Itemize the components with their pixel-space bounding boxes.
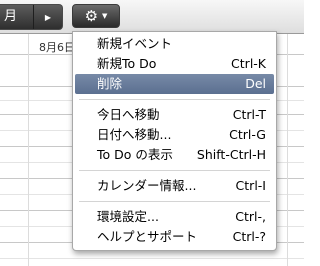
menu-item[interactable]: 環境設定... Ctrl-,: [75, 207, 274, 227]
menu-separator: [79, 99, 270, 100]
menu-item[interactable]: ヘルプとサポート Ctrl-?: [75, 227, 274, 247]
menu-item-shortcut: Shift-Ctrl-H: [196, 147, 266, 162]
menu-item-label: 環境設定...: [97, 209, 159, 224]
menu-item[interactable]: 新規イベント: [75, 34, 274, 54]
menu-separator: [79, 170, 270, 171]
toolbar: 月 ▶ ⚙ ▼: [0, 0, 304, 34]
menu-item-shortcut: Ctrl-K: [231, 56, 266, 71]
settings-dropdown-menu: 新規イベント 新規To Do Ctrl-K 削除 Del 今日へ移動 Ctrl-T 日付へ移動…: [72, 31, 277, 251]
menu-item-label: 新規イベント: [97, 36, 173, 51]
grid-column-line: [28, 34, 29, 266]
month-view-button[interactable]: 月: [0, 5, 34, 29]
menu-item-label: カレンダー情報...: [97, 178, 197, 193]
menu-item-label: 今日へ移動: [97, 107, 160, 122]
play-triangle-icon: ▶: [44, 12, 52, 22]
menu-item[interactable]: カレンダー情報... Ctrl-I: [75, 176, 274, 196]
grid-line: [0, 258, 304, 259]
next-button[interactable]: ▶: [34, 5, 62, 29]
grid-column-line: [287, 34, 288, 266]
day-header-date: 8月6日: [39, 41, 75, 54]
caret-down-icon: ▼: [102, 11, 108, 20]
view-segmented-control: 月 ▶: [0, 4, 63, 30]
menu-item-shortcut: Del: [245, 76, 266, 91]
menu-item[interactable]: 日付へ移動... Ctrl-G: [75, 125, 274, 145]
menu-item-shortcut: Ctrl-T: [232, 107, 266, 122]
menu-item-label: 日付へ移動...: [97, 127, 172, 142]
menu-item-shortcut: Ctrl-,: [235, 209, 266, 224]
menu-item-shortcut: Ctrl-G: [229, 127, 266, 142]
menu-separator: [79, 201, 270, 202]
menu-item[interactable]: 今日へ移動 Ctrl-T: [75, 105, 274, 125]
menu-item-label: 削除: [97, 76, 123, 91]
menu-item[interactable]: To Do の表示 Shift-Ctrl-H: [75, 145, 274, 165]
menu-item-shortcut: Ctrl-I: [235, 178, 266, 193]
menu-item-label: ヘルプとサポート: [97, 229, 198, 244]
settings-menu-button[interactable]: ⚙ ▼: [72, 4, 120, 28]
gear-icon: ⚙: [84, 6, 99, 25]
menu-item-shortcut: Ctrl-?: [232, 229, 266, 244]
menu-item[interactable]: 新規To Do Ctrl-K: [75, 54, 274, 74]
menu-item-label: 新規To Do: [97, 56, 157, 71]
menu-item-label: To Do の表示: [97, 147, 173, 162]
menu-item[interactable]: 削除 Del: [75, 74, 274, 94]
